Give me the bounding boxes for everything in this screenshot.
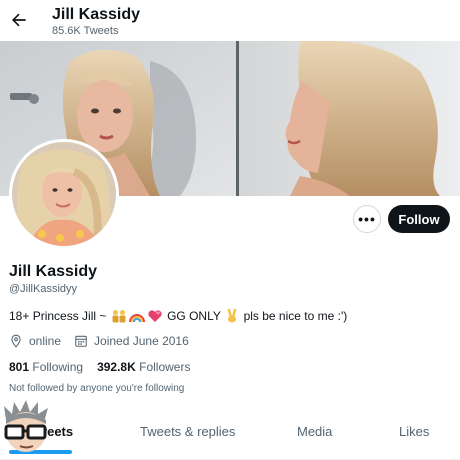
follow-stats: 801 Following 392.8K Followers: [9, 360, 204, 374]
arrow-left-icon[interactable]: [9, 10, 29, 30]
join-date-text: Joined June 2016: [94, 334, 189, 348]
more-options-button[interactable]: •••: [353, 205, 381, 233]
follow-button[interactable]: Follow: [388, 205, 450, 233]
followers-label: Followers: [139, 360, 191, 374]
rainbow-icon: [128, 309, 145, 323]
following-count: 801: [9, 360, 30, 374]
following-label: Following: [32, 360, 84, 374]
hearts-icon: [147, 309, 163, 323]
location: online: [9, 334, 61, 348]
tab-likes[interactable]: Likes: [399, 424, 429, 439]
user-handle: @JillKassidyy: [9, 283, 78, 295]
followers-link[interactable]: 392.8K Followers: [97, 360, 190, 374]
calendar-icon: [75, 335, 87, 347]
tweet-count: 85.6K Tweets: [52, 25, 119, 37]
mascot-watermark: [4, 400, 48, 452]
bio: 18+ Princess Jill ~ GG ONLY pls be nice: [9, 309, 347, 323]
tab-media[interactable]: Media: [297, 424, 332, 439]
followers-count: 392.8K: [97, 360, 136, 374]
profile-header: Jill Kassidy 85.6K Tweets: [0, 0, 460, 41]
couple-icon: [111, 309, 127, 323]
location-pin-icon: [11, 334, 21, 348]
victory-hand-icon: [225, 309, 239, 323]
display-name: Jill Kassidy: [9, 263, 98, 280]
bio-text-3: pls be nice to me :'): [243, 309, 348, 323]
join-date: Joined June 2016: [74, 334, 189, 348]
bio-text-1: 18+ Princess Jill ~: [9, 309, 107, 323]
header-title: Jill Kassidy: [52, 6, 141, 23]
tab-tweets-replies[interactable]: Tweets & replies: [140, 424, 235, 439]
profile-tabs: Tweets Tweets & replies Media Likes: [0, 412, 460, 460]
profile-meta: online Joined June 2016: [9, 334, 202, 348]
not-followed-note: Not followed by anyone you're following: [9, 383, 185, 394]
bio-text-2: GG ONLY: [167, 309, 221, 323]
avatar-image: [12, 142, 116, 246]
following-link[interactable]: 801 Following: [9, 360, 83, 374]
avatar[interactable]: [9, 139, 119, 249]
location-text: online: [29, 334, 62, 348]
